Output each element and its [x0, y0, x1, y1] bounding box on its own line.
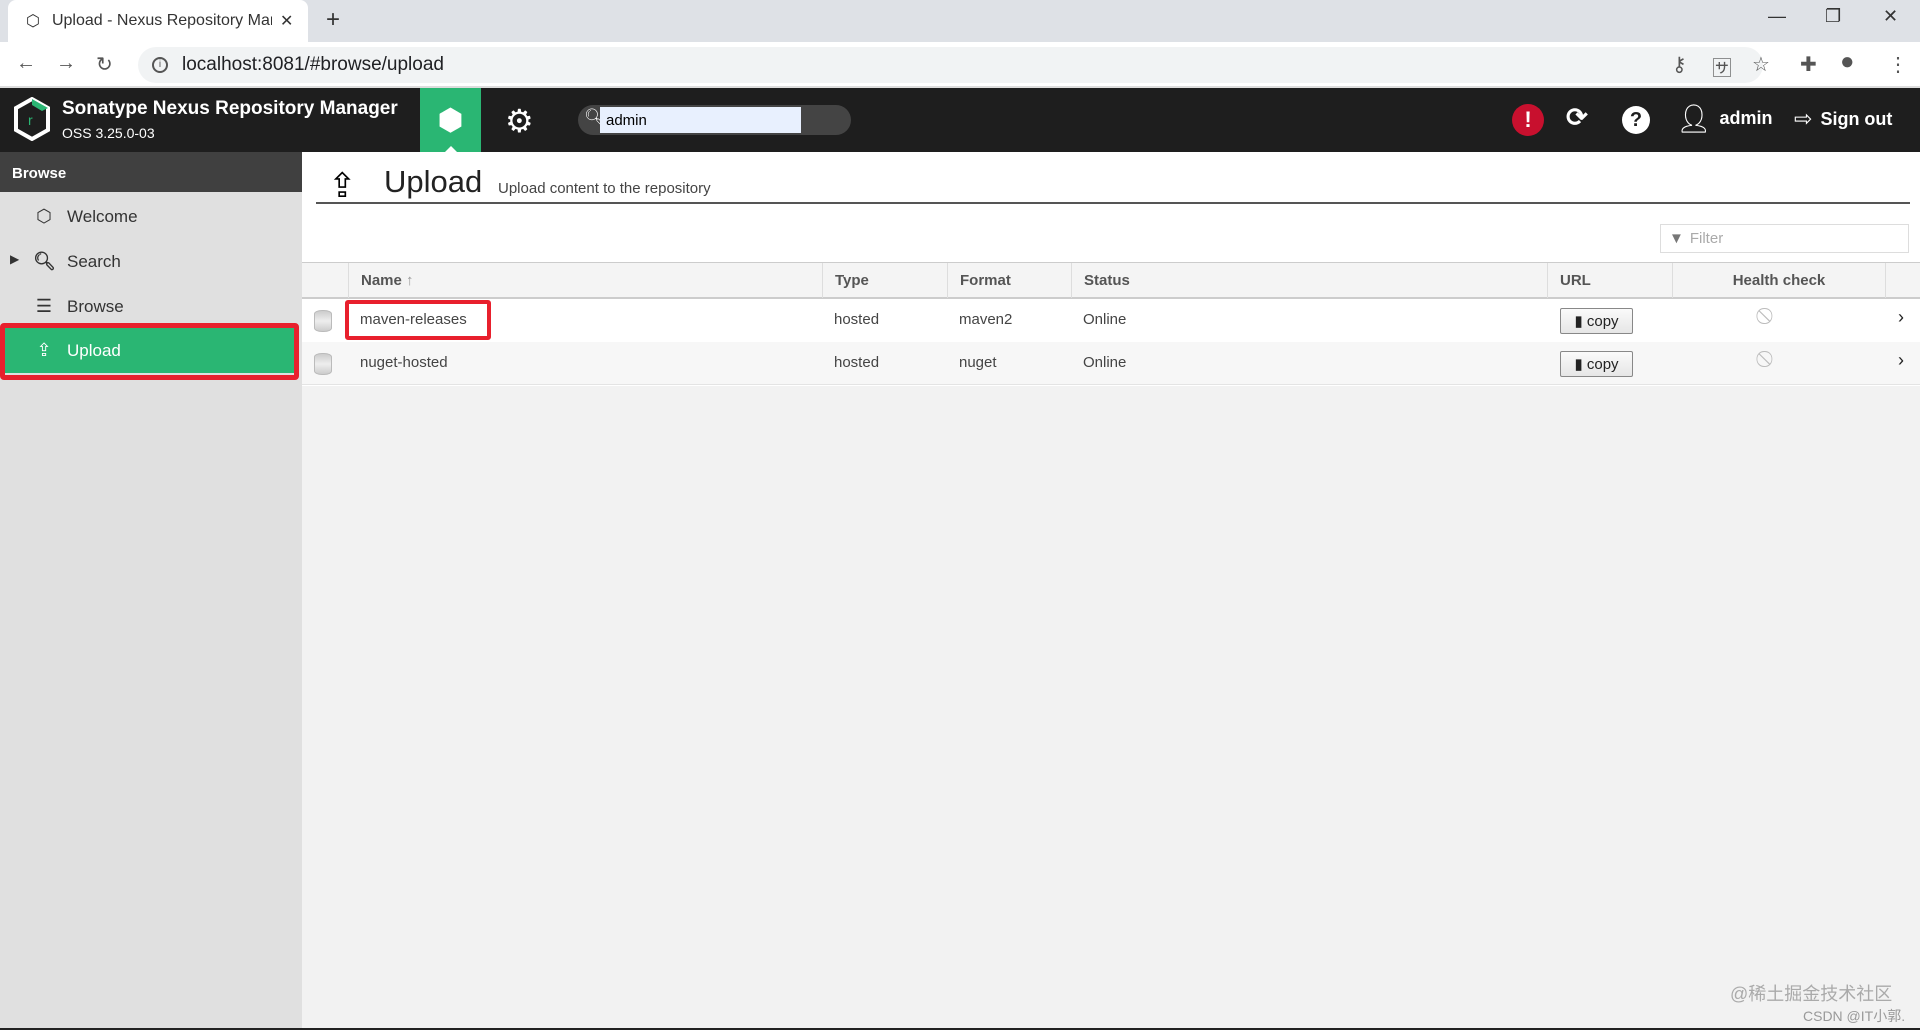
upload-panel: ⇪ Upload Upload content to the repositor… [302, 152, 1920, 386]
repo-status: Online [1083, 311, 1127, 328]
minimize-button[interactable]: — [1768, 6, 1786, 27]
watermark: @稀土掘金技术社区 [1730, 984, 1893, 1004]
browse-mode-button[interactable]: ⬢ [420, 88, 481, 152]
sidebar-item-label: Browse [67, 296, 124, 316]
nexus-favicon-icon: ⬡ [26, 13, 40, 30]
chevron-right-icon[interactable]: › [1898, 307, 1904, 328]
repo-type: hosted [834, 311, 880, 328]
page-title: Upload [384, 164, 483, 199]
column-format[interactable]: Format [947, 263, 1071, 298]
app-version: OSS 3.25.0-03 [62, 125, 155, 141]
repo-format: nuget [959, 354, 997, 371]
sidebar-item-welcome[interactable]: ⬡ Welcome [0, 194, 302, 239]
extensions-icon[interactable]: ✚ [1800, 52, 1817, 77]
database-icon: ☰ [35, 296, 53, 316]
restore-button[interactable]: ❐ [1825, 6, 1841, 27]
tab-title: Upload - Nexus Repository Manager [51, 12, 272, 29]
title-divider [316, 202, 1910, 204]
search-icon: 🔍︎ [33, 251, 56, 271]
new-tab-button[interactable]: + [326, 6, 340, 34]
admin-mode-gear-icon[interactable]: ⚙ [505, 102, 534, 140]
sign-out-icon: ⇨ [1794, 106, 1813, 131]
user-button[interactable]: 👤︎ admin [1676, 102, 1773, 135]
column-spacer [1885, 263, 1920, 298]
highlight-box [345, 300, 491, 340]
alert-icon[interactable]: ! [1512, 104, 1544, 136]
browser-tab-bar: ⬡ Upload - Nexus Repository Manager ✕ + … [0, 0, 1920, 42]
close-window-button[interactable]: ✕ [1883, 6, 1898, 27]
sort-ascending-icon: ↑ [406, 272, 414, 289]
column-url[interactable]: URL [1547, 263, 1672, 298]
user-icon: 👤︎ [1676, 103, 1712, 134]
sign-out-label: Sign out [1820, 108, 1893, 129]
main-content: ⇪ Upload Upload content to the repositor… [302, 152, 1920, 1028]
clipboard-icon: ▮ [1574, 313, 1583, 330]
profile-icon[interactable]: ● [1840, 48, 1855, 76]
nexus-logo-icon: r [14, 97, 50, 141]
table-row[interactable]: maven-releases hosted maven2 Online ▮ co… [302, 299, 1920, 342]
repo-format: maven2 [959, 311, 1013, 328]
refresh-icon[interactable]: ⟳ [1566, 102, 1588, 133]
svg-text:r: r [28, 112, 33, 128]
sidebar: Browse ⬡ Welcome ▶ 🔍︎ Search ☰ Browse ⇪ Uplo… [0, 152, 302, 1028]
back-icon[interactable]: ← [16, 52, 36, 75]
copy-url-button[interactable]: ▮ copy [1560, 351, 1633, 377]
repository-icon [314, 353, 332, 375]
nexus-header: r Sonatype Nexus Repository Manager OSS … [0, 88, 1920, 152]
page-subtitle: Upload content to the repository [498, 180, 711, 197]
menu-icon[interactable]: ⋮ [1888, 52, 1908, 77]
chevron-right-icon[interactable]: › [1898, 350, 1904, 371]
key-icon[interactable]: ⚷ [1672, 52, 1687, 77]
column-status[interactable]: Status [1071, 263, 1547, 298]
sign-out-button[interactable]: ⇨ Sign out [1794, 106, 1892, 132]
url-field[interactable]: i localhost:8081/#browse/upload [138, 47, 1763, 83]
url-text: localhost:8081/#browse/upload [182, 54, 444, 75]
highlight-box [0, 323, 299, 380]
search-input[interactable] [600, 107, 801, 133]
filter-placeholder: Filter [1689, 230, 1724, 247]
cube-icon: ⬢ [437, 103, 464, 137]
repository-icon [314, 310, 332, 332]
app-title: Sonatype Nexus Repository Manager [62, 98, 398, 119]
address-bar-row: ← → ↻ i localhost:8081/#browse/upload ⚷ … [0, 42, 1920, 88]
watermark: CSDN @IT小郭. [1803, 1008, 1906, 1024]
repo-name: nuget-hosted [360, 354, 448, 371]
translate-icon[interactable]: 🈂 [1712, 52, 1732, 81]
sidebar-item-label: Welcome [67, 206, 138, 226]
reload-icon[interactable]: ↻ [96, 52, 113, 77]
hexagon-icon: ⬡ [36, 206, 52, 226]
column-health-check[interactable]: Health check [1672, 263, 1885, 298]
upload-icon: ⇪ [328, 167, 357, 205]
sidebar-item-search[interactable]: 🔍︎ Search [0, 239, 302, 284]
clipboard-icon: ▮ [1574, 356, 1583, 373]
browser-tab[interactable]: ⬡ Upload - Nexus Repository Manager ✕ [8, 0, 308, 42]
info-icon[interactable]: i [152, 57, 168, 73]
username: admin [1719, 108, 1773, 128]
filter-input[interactable]: ▼ Filter [1660, 224, 1909, 253]
sidebar-item-label: Search [67, 251, 121, 271]
column-name[interactable]: Name ↑ [348, 263, 822, 298]
column-type[interactable]: Type [822, 263, 947, 298]
help-icon[interactable]: ? [1622, 106, 1650, 134]
table-row[interactable]: nuget-hosted hosted nuget Online ▮ copy … [302, 342, 1920, 385]
close-tab-icon[interactable]: ✕ [280, 11, 293, 31]
forward-icon[interactable]: → [56, 52, 76, 75]
sidebar-section-title: Browse [0, 152, 302, 192]
copy-url-button[interactable]: ▮ copy [1560, 308, 1633, 334]
search-box: 🔍︎ [578, 105, 851, 135]
filter-icon: ▼ [1669, 230, 1684, 247]
repo-type: hosted [834, 354, 880, 371]
star-icon[interactable]: ☆ [1752, 52, 1770, 77]
table-header: Name ↑ Type Format Status URL Health che… [302, 262, 1920, 299]
repo-status: Online [1083, 354, 1127, 371]
